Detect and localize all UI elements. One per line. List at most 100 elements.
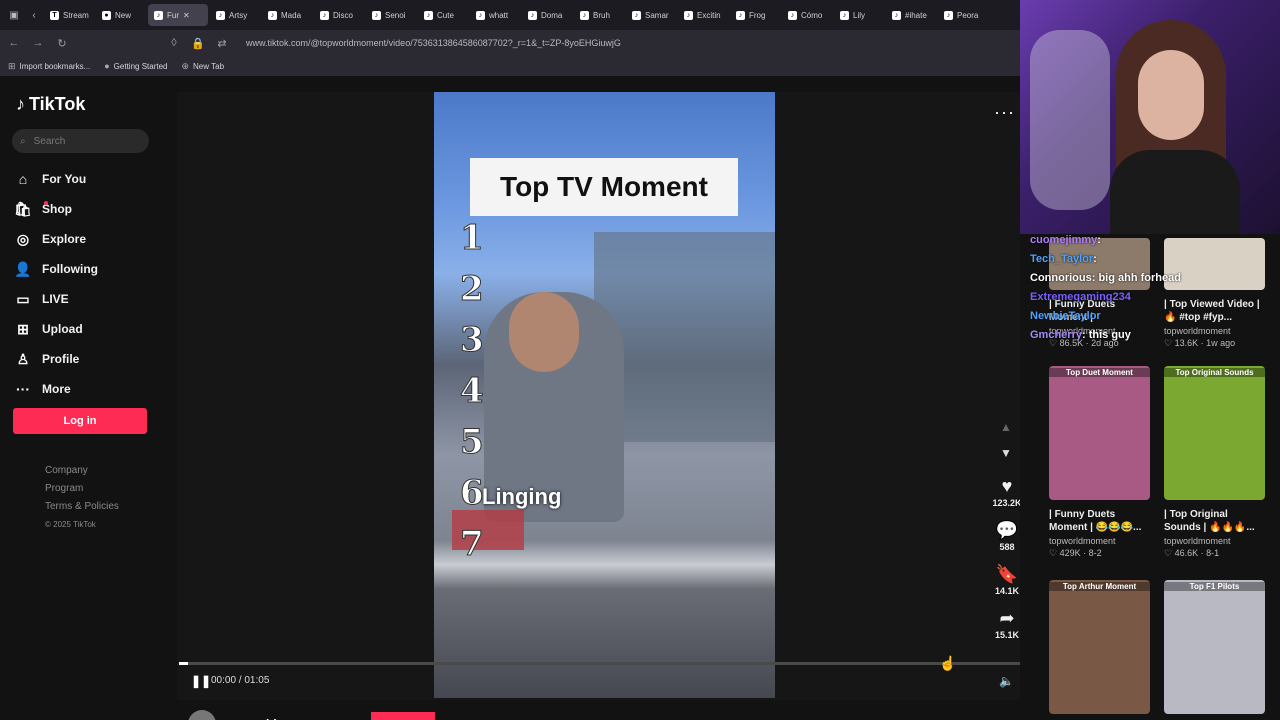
sidebar-item-label: Following [42,262,98,276]
sidebar-item-explore[interactable]: ◎ Explore [14,224,164,254]
browser-tab[interactable]: ♪ Mada [262,4,312,26]
notification-dot [44,201,48,205]
browser-tab[interactable]: ♪ Excitin [678,4,728,26]
browser-tab[interactable]: ● New [96,4,146,26]
browser-tab[interactable]: ♪ Peora [938,4,988,26]
shield-icon[interactable]: ◊ [166,35,182,51]
footer-terms[interactable]: Terms & Policies [45,498,119,516]
sidebar-item-for-you[interactable]: ⌂ For You [14,164,164,194]
browser-tab[interactable]: T Stream [44,4,94,26]
tab-scroll-left-icon[interactable]: ‹ [24,4,44,26]
tab-label: Lily [853,10,866,20]
tab-label: Doma [541,10,563,20]
video-title: | Funny Duets Moment | 😂😂😂... [1049,509,1142,533]
footer-company[interactable]: Company [45,462,119,480]
chevron-down-icon[interactable]: ▼ [1000,446,1012,460]
video-title-overlay: Top TV Moment [470,158,738,216]
browser-tab[interactable]: ♪ Artsy [210,4,260,26]
tab-label: Samar [645,10,669,20]
chat-message: Gmcherry: this guy [1030,329,1280,348]
tab-favicon-icon: ♪ [580,10,589,20]
tab-favicon-icon: ♪ [840,10,849,20]
back-icon[interactable]: ← [6,35,22,51]
chat-username: cuomejimmy [1030,234,1098,246]
browser-tab[interactable]: ♪ Fur ✕ [148,4,208,26]
permissions-icon[interactable]: ⇄ [214,35,230,51]
video-progress-bar[interactable] [179,662,1031,665]
browser-tab[interactable]: ♪ #ihate [886,4,936,26]
sidebar-item-upload[interactable]: ⊞ Upload [14,314,164,344]
sidebar-footer: Company Program Terms & Policies © 2025 … [45,462,119,534]
tab-label: Disco [333,10,354,20]
globe-icon: ⊕ [181,60,190,71]
tab-label: Artsy [229,10,248,20]
video-rank-number: 3 [460,320,485,361]
webcam-face [1138,50,1204,140]
recommended-video-card[interactable]: Top Duet Moment | Funny Duets Moment | 😂😂… [1049,366,1150,559]
url-bar[interactable]: www.tiktok.com/@topworldmoment/video/753… [246,38,621,48]
sidebar-item-following[interactable]: 👤 Following [14,254,164,284]
sidebar-item-label: Upload [42,322,83,336]
tab-label: Stream [63,10,89,20]
browser-tab[interactable]: ♪ whatt [470,4,520,26]
recommended-video-card[interactable]: Top Original Sounds | Top Original Sounds… [1164,366,1265,559]
browser-tab[interactable]: ♪ Bruh [574,4,624,26]
tab-list-icon[interactable]: ▣ [4,4,24,26]
lock-icon: 🔒 [191,37,205,50]
video-rank-number: 5 [460,422,485,463]
bookmark-import[interactable]: ⊞ Import bookmarks... [8,61,90,72]
login-button[interactable]: Log in [13,408,147,434]
tab-label: Bruh [593,10,610,20]
sidebar-item-shop[interactable]: 🛍 Shop [14,194,164,224]
copyright: © 2025 TikTok [45,520,96,529]
pause-icon[interactable]: ❚❚ [191,674,211,688]
chat-username: Tech_Taylor [1030,253,1094,265]
tab-favicon-icon: ♪ [372,10,381,20]
browser-tab[interactable]: ♪ Doma [522,4,572,26]
avatar[interactable] [188,710,216,720]
tab-favicon-icon: ● [102,10,111,20]
tab-favicon-icon: ♪ [788,10,797,20]
video-thumbnail[interactable]: Top Original Sounds [1164,366,1265,500]
search-input[interactable]: ⌕ Search [12,129,149,153]
sidebar-item-profile[interactable]: ♙ Profile [14,344,164,374]
tab-label: New [115,10,132,20]
chevron-up-icon[interactable]: ▲ [1000,420,1012,434]
browser-tab[interactable]: ♪ Samar [626,4,676,26]
reload-icon[interactable]: ↻ [54,35,70,51]
chat-username: Extremegaming234 [1030,291,1131,303]
chat-message: NewbieTaylor [1030,310,1280,329]
tab-favicon-icon: ♪ [424,10,433,20]
tab-favicon-icon: ♪ [944,10,953,20]
browser-tab[interactable]: ♪ Lily [834,4,884,26]
video-author[interactable]: topworldmoment [188,710,323,720]
video-thumbnail[interactable]: Top Arthur Moment [1049,580,1150,714]
tiktok-logo[interactable]: ♪ TikTok [16,94,85,115]
browser-tab[interactable]: ♪ Disco [314,4,364,26]
sidebar-item-label: For You [42,172,87,186]
more-options-icon[interactable]: ··· [994,102,1015,123]
recommended-video-card[interactable]: Top F1 Pilots [1164,580,1265,714]
video-thumbnail[interactable]: Top Duet Moment [1049,366,1150,500]
sidebar-item-icon: 🛍 [14,200,32,217]
tab-favicon-icon: ♪ [736,10,745,20]
browser-navbar: ← → ↻ ◊ 🔒 ⇄ www.tiktok.com/@topworldmome… [0,30,1020,56]
bookmark-new-tab[interactable]: ⊕ New Tab [181,61,224,72]
video-presenter-head [509,292,579,372]
tab-favicon-icon: T [50,10,59,20]
video-thumbnail[interactable]: Top F1 Pilots [1164,580,1265,714]
volume-icon[interactable]: 🔈 [999,674,1014,688]
browser-tab[interactable]: ♪ Frog [730,4,780,26]
video-player[interactable]: Top TV Moment 1 2 3 4 5 6 7 Linging [434,92,775,698]
sidebar-item-live[interactable]: ▭ LIVE [14,284,164,314]
browser-tab[interactable]: ♪ Cómo [782,4,832,26]
browser-tab[interactable]: ♪ Senoi [366,4,416,26]
bookmark-getting-started[interactable]: ● Getting Started [104,61,167,71]
tab-close-icon[interactable]: ✕ [183,11,190,20]
recommended-video-card[interactable]: Top Arthur Moment [1049,580,1150,714]
follow-button[interactable] [371,712,435,720]
footer-program[interactable]: Program [45,480,119,498]
browser-tab[interactable]: ♪ Cute [418,4,468,26]
forward-icon[interactable]: → [30,35,46,51]
sidebar-item-more[interactable]: ··· More [14,374,164,404]
